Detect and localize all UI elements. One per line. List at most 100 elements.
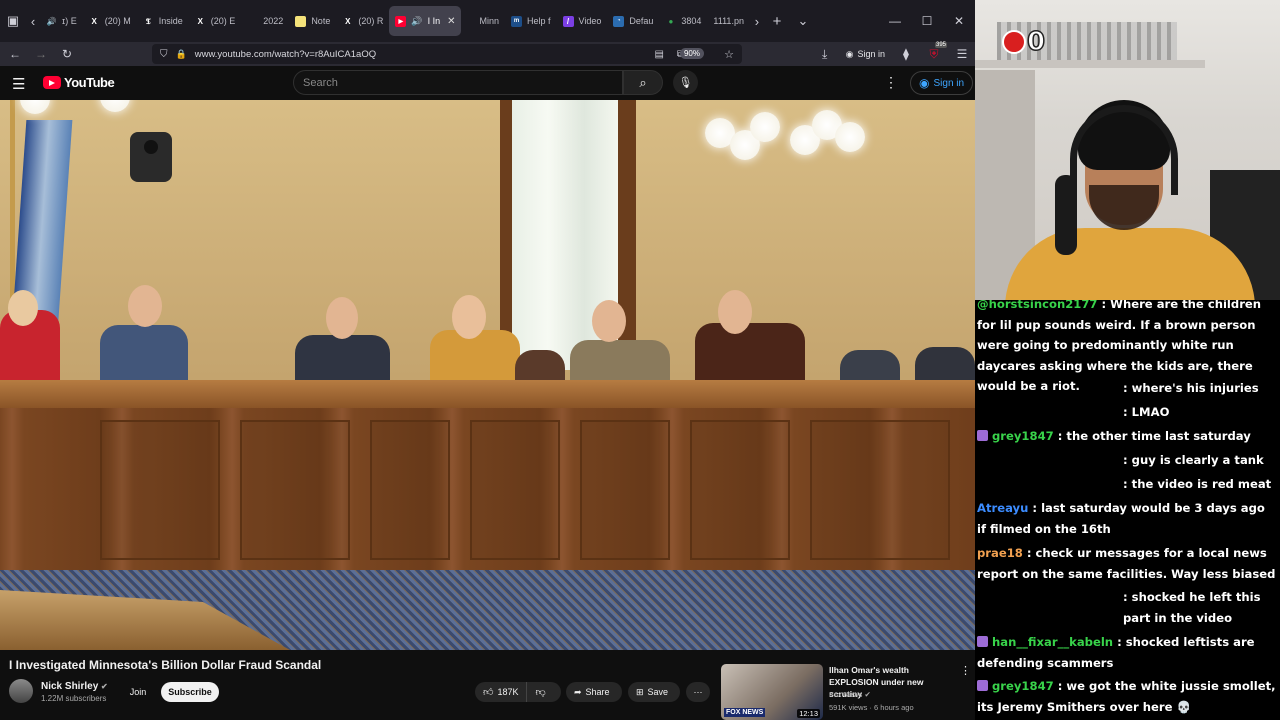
- zoom-level-badge[interactable]: 90%: [679, 48, 704, 59]
- shield-icon[interactable]: ⛉: [160, 49, 168, 60]
- youtube-signin-label: Sign in: [933, 77, 965, 89]
- tab-item[interactable]: m Help f: [505, 6, 557, 36]
- save-label: Save: [647, 687, 669, 697]
- like-count: 187K: [497, 687, 519, 697]
- channel-avatar[interactable]: [9, 679, 33, 703]
- save-icon: ⊞: [636, 686, 644, 697]
- tab-item[interactable]: 𝕿 Inside: [137, 6, 189, 36]
- url-bar[interactable]: ⛉ 🔒 www.youtube.com/watch?v=r8AuICA1aOQ …: [152, 44, 742, 64]
- more-actions-button[interactable]: ⋯: [686, 682, 710, 702]
- recommended-menu-icon[interactable]: ⋮: [960, 664, 971, 677]
- tab-item[interactable]: 1111.pn: [707, 6, 750, 36]
- maps-pin-icon: ●: [668, 16, 674, 26]
- dislike-button[interactable]: 👎︎: [527, 686, 553, 698]
- youtube-logo-text: YouTube: [64, 75, 115, 90]
- app-menu-icon[interactable]: ☰: [949, 42, 975, 66]
- maximize-icon[interactable]: ☐: [911, 6, 943, 36]
- tab-overview-icon[interactable]: ▣: [0, 6, 26, 36]
- note-icon: [295, 15, 307, 27]
- video-player[interactable]: [0, 100, 975, 650]
- voice-search-button[interactable]: 🎙: [673, 70, 698, 95]
- screen: ▣ ‹ 🔊 ɪ) E X (20) M 𝕿 Inside X (20) E 2022 N…: [0, 0, 1280, 720]
- tab-item[interactable]: Minn: [461, 6, 505, 36]
- video-scene-light: [750, 112, 780, 142]
- video-scene-desk-panel: [370, 420, 450, 560]
- headphones: [1070, 105, 1178, 195]
- speaker-icon: 🔊: [46, 16, 57, 26]
- reload-icon[interactable]: ↻: [54, 42, 80, 66]
- tab-item[interactable]: Note: [289, 6, 336, 36]
- like-button[interactable]: 👍︎ 187K: [475, 682, 528, 702]
- chat-username[interactable]: Atreayu: [977, 501, 1028, 515]
- fox-news-logo: FOX NEWS: [724, 708, 766, 717]
- forward-icon[interactable]: →: [28, 42, 54, 66]
- chat-username[interactable]: prae18: [977, 546, 1023, 560]
- page-icon: ◔: [613, 15, 625, 27]
- close-window-icon[interactable]: ✕: [943, 6, 975, 36]
- new-tab-icon[interactable]: +: [764, 6, 790, 36]
- chat-message: : the video is red meat: [977, 474, 1277, 495]
- chat-message: grey1847 : the other time last saturday: [977, 426, 1277, 447]
- extensions-icon[interactable]: ⧫: [893, 42, 919, 66]
- settings-kebab-icon[interactable]: ⋮: [884, 74, 898, 91]
- subscribe-button[interactable]: Subscribe: [161, 682, 219, 702]
- chat-badge-icon: [977, 680, 988, 691]
- tab-item[interactable]: X (20) R: [336, 6, 389, 36]
- minimize-icon[interactable]: —: [879, 6, 911, 36]
- video-scene-desk-top: [0, 380, 975, 408]
- tab-label: I In: [427, 16, 441, 26]
- tab-item-active[interactable]: ▶ 🔊 I In ✕: [389, 6, 462, 36]
- chat-message: : LMAO: [977, 402, 1277, 423]
- tab-close-icon[interactable]: ✕: [447, 16, 455, 27]
- tab-list-chevron-icon[interactable]: ⌄: [790, 6, 816, 36]
- recommended-channel[interactable]: Fox News ✔: [829, 690, 871, 699]
- chat-username[interactable]: @horstsincon2177: [977, 300, 1097, 311]
- tab-label: Defau: [629, 16, 654, 26]
- tab-item[interactable]: 🔊 ɪ) E: [40, 6, 83, 36]
- ublock-icon[interactable]: ⛨ 395: [921, 42, 947, 66]
- tab-item[interactable]: ● 3804: [659, 6, 707, 36]
- tab-scroll-left-icon[interactable]: ‹: [26, 6, 40, 36]
- chat-username[interactable]: grey1847: [992, 429, 1054, 443]
- video-scene-head: [128, 285, 162, 327]
- save-button[interactable]: ⊞ Save: [628, 682, 680, 702]
- bookmark-star-icon[interactable]: ☆: [724, 48, 734, 61]
- reader-view-icon[interactable]: ▤: [655, 49, 664, 60]
- thumbs-up-icon: 👍︎: [483, 687, 494, 698]
- back-icon[interactable]: ←: [2, 42, 28, 66]
- youtube-signin-button[interactable]: ◉ Sign in: [910, 71, 974, 95]
- chat-username[interactable]: han__fixar__kabeln: [992, 635, 1113, 649]
- chat-text: : shocked he left this part in the video: [1123, 590, 1261, 625]
- tab-item[interactable]: X (20) E: [189, 6, 242, 36]
- search-input[interactable]: Search: [293, 70, 623, 95]
- tab-item[interactable]: / Video: [557, 6, 608, 36]
- hamburger-menu-icon[interactable]: ☰: [12, 75, 25, 93]
- chat-message: : where's his injuries: [977, 378, 1277, 399]
- share-button[interactable]: ➦ Share: [566, 682, 622, 702]
- tab-item[interactable]: X (20) M: [83, 6, 137, 36]
- lock-icon[interactable]: 🔒: [176, 49, 187, 60]
- search-icon: ⌕: [639, 74, 647, 90]
- share-icon: ➦: [574, 686, 582, 697]
- recommended-meta: 591K views · 6 hours ago: [829, 703, 914, 712]
- youtube-header: ☰ YouTube Search ⌕ 🎙 ⋮ ◉ Sign in: [0, 66, 975, 100]
- youtube-logo[interactable]: YouTube: [43, 75, 115, 90]
- channel-name-text: Nick Shirley: [41, 681, 99, 692]
- recommended-thumbnail[interactable]: FOX NEWS 12:13: [721, 664, 823, 720]
- search-button[interactable]: ⌕: [623, 70, 663, 95]
- counter-icon: [1002, 30, 1026, 54]
- tab-item[interactable]: ◔ Defau: [607, 6, 659, 36]
- channel-name[interactable]: Nick Shirley ✔: [41, 681, 108, 692]
- chat-text: : the video is red meat: [1123, 477, 1272, 491]
- join-button[interactable]: Join: [124, 683, 152, 701]
- tab-audio-icon[interactable]: 🔊: [411, 16, 422, 27]
- chat-username[interactable]: grey1847: [992, 679, 1054, 693]
- firefox-signin-button[interactable]: ◉ Sign in: [840, 49, 891, 60]
- x-logo-icon: X: [345, 16, 351, 26]
- url-text[interactable]: www.youtube.com/watch?v=r8AuICA1aOQ: [195, 49, 376, 60]
- webcam-background-shelf: [975, 60, 1205, 68]
- tab-item[interactable]: 2022: [241, 6, 289, 36]
- tab-scroll-right-icon[interactable]: ›: [750, 6, 764, 36]
- chat-message: prae18 : check ur messages for a local n…: [977, 543, 1277, 584]
- download-icon[interactable]: ⤓: [812, 42, 838, 66]
